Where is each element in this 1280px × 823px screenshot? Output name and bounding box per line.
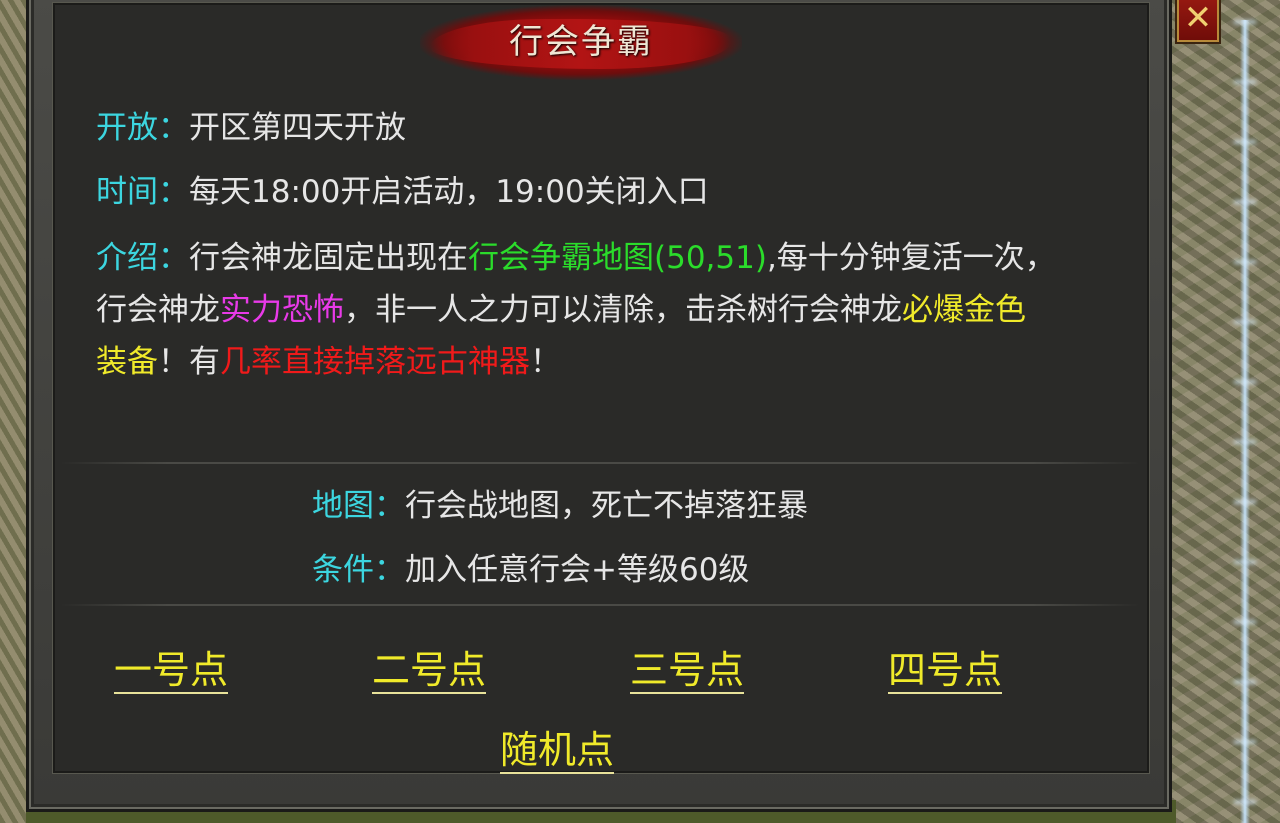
intro-text: ,每十分钟复活一次，: [766, 240, 1056, 276]
map-value: 行会战地图，死亡不掉落狂暴: [405, 488, 808, 524]
teleport-random-link[interactable]: 随机点: [500, 728, 615, 774]
intro-row-1: 介绍：行会神龙固定出现在行会争霸地图(50,51),每十分钟复活一次，: [96, 232, 1056, 277]
teleport-point-4-link[interactable]: 四号点: [888, 648, 1003, 694]
condition-row: 条件：加入任意行会+等级60级: [312, 544, 749, 589]
open-value: 开区第四天开放: [189, 110, 406, 146]
condition-value: 加入任意行会+等级60级: [405, 552, 750, 588]
teleport-point-1-link[interactable]: 一号点: [114, 648, 229, 694]
time-value: 每天18:00开启活动，19:00关闭入口: [189, 174, 709, 210]
intro-text: ，非一人之力可以清除，击杀树行会神龙: [344, 292, 902, 328]
divider: [60, 604, 1140, 606]
intro-power-highlight: 实力恐怖: [220, 292, 344, 328]
divider: [60, 462, 1140, 464]
close-icon: ✕: [1183, 0, 1213, 38]
intro-text: 行会神龙固定出现在: [189, 240, 468, 276]
intro-label: 介绍：: [96, 240, 189, 276]
condition-label: 条件：: [312, 552, 405, 588]
ground-texture-right: [1172, 0, 1280, 823]
ground-texture-left: [0, 0, 26, 823]
open-row: 开放：开区第四天开放: [96, 102, 406, 147]
time-row: 时间：每天18:00开启活动，19:00关闭入口: [96, 166, 709, 211]
intro-row-2: 行会神龙实力恐怖，非一人之力可以清除，击杀树行会神龙必爆金色: [96, 284, 1026, 329]
map-label: 地图：: [312, 488, 405, 524]
time-label: 时间：: [96, 174, 189, 210]
intro-gold-highlight: 必爆金色: [902, 292, 1026, 328]
open-label: 开放：: [96, 110, 189, 146]
intro-map-highlight: 行会争霸地图(50,51): [468, 240, 767, 276]
intro-text: ！有: [158, 344, 220, 380]
intro-gold-highlight: 装备: [96, 344, 158, 380]
teleport-point-3-link[interactable]: 三号点: [630, 648, 745, 694]
close-button[interactable]: ✕: [1175, 0, 1221, 44]
map-row: 地图：行会战地图，死亡不掉落狂暴: [312, 480, 808, 525]
game-scene: 行会争霸 ✕ 开放：开区第四天开放 时间：每天18:00开启活动，19:00关闭…: [0, 0, 1280, 823]
teleport-point-2-link[interactable]: 二号点: [372, 648, 487, 694]
intro-text: ！: [530, 344, 561, 380]
panel-title: 行会争霸: [509, 22, 653, 62]
light-beam-effect: [1240, 20, 1250, 823]
intro-row-3: 装备！有几率直接掉落远古神器！: [96, 336, 561, 381]
intro-text: 行会神龙: [96, 292, 220, 328]
intro-artifact-highlight: 几率直接掉落远古神器: [220, 344, 530, 380]
